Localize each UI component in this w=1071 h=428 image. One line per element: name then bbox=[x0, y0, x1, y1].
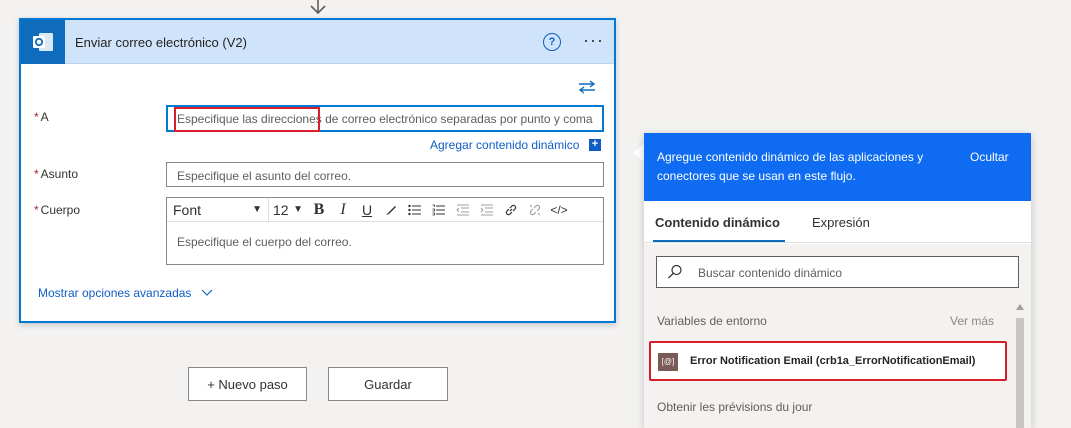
more-options-icon[interactable]: ··· bbox=[583, 31, 604, 49]
bold-button[interactable]: B bbox=[307, 198, 331, 222]
body-label: * Cuerpo bbox=[34, 203, 81, 217]
dynamic-content-search[interactable]: Buscar contenido dinámico bbox=[656, 256, 1019, 288]
subject-label: * Asunto bbox=[34, 167, 79, 181]
font-dropdown[interactable]: Font ▼ bbox=[167, 197, 269, 222]
search-placeholder: Buscar contenido dinámico bbox=[698, 266, 843, 280]
dynamic-content-list: Buscar contenido dinámico Variables de e… bbox=[644, 244, 1031, 428]
dynamic-item-label: Error Notification Email (crb1a_ErrorNot… bbox=[690, 355, 976, 367]
editor-toolbar: Font ▼ 12 ▼ B I U </> bbox=[167, 197, 603, 222]
variable-icon: [@] bbox=[658, 353, 678, 371]
dynamic-item-error-notification-email[interactable]: [@] Error Notification Email (crb1a_Erro… bbox=[649, 341, 1007, 381]
new-step-button[interactable]: + Nuevo paso bbox=[188, 367, 307, 401]
see-more-link[interactable]: Ver más bbox=[950, 314, 994, 328]
scroll-up-icon[interactable] bbox=[1016, 304, 1024, 310]
body-placeholder: Especifique el cuerpo del correo. bbox=[177, 235, 352, 249]
panel-pointer bbox=[633, 144, 644, 162]
switch-mode-icon[interactable] bbox=[578, 80, 596, 94]
flow-arrow-icon bbox=[310, 0, 326, 15]
chevron-down-icon bbox=[201, 289, 213, 296]
highlight-pen-icon[interactable] bbox=[379, 198, 403, 222]
panel-scrollbar[interactable] bbox=[1015, 304, 1025, 428]
body-editor[interactable]: Font ▼ 12 ▼ B I U </> Especifique el cue… bbox=[166, 197, 604, 265]
code-view-button[interactable]: </> bbox=[547, 198, 571, 222]
tab-dynamic-content[interactable]: Contenido dinámico bbox=[655, 215, 780, 230]
show-advanced-options-link[interactable]: Mostrar opciones avanzadas bbox=[38, 286, 213, 300]
unlink-icon[interactable] bbox=[523, 198, 547, 222]
font-size-dropdown[interactable]: 12 ▼ bbox=[269, 198, 307, 222]
bullet-list-icon[interactable] bbox=[403, 198, 427, 222]
add-dynamic-content-link[interactable]: Agregar contenido dinámico bbox=[430, 138, 579, 152]
card-header[interactable]: Enviar correo electrónico (V2) ? ··· bbox=[21, 20, 614, 64]
active-tab-indicator bbox=[653, 240, 785, 242]
save-button[interactable]: Guardar bbox=[328, 367, 448, 401]
help-icon[interactable]: ? bbox=[543, 33, 561, 51]
numbered-list-icon[interactable] bbox=[427, 198, 451, 222]
send-email-action-card: Enviar correo electrónico (V2) ? ··· * A … bbox=[19, 18, 616, 323]
panel-header-text: Agregue contenido dinámico de las aplica… bbox=[657, 150, 924, 183]
to-label: * A bbox=[34, 110, 49, 124]
highlight-box-to bbox=[174, 107, 320, 132]
dynamic-content-panel: Agregue contenido dinámico de las aplica… bbox=[644, 133, 1031, 428]
card-title: Enviar correo electrónico (V2) bbox=[75, 35, 247, 50]
underline-button[interactable]: U bbox=[355, 198, 379, 222]
panel-tabs: Contenido dinámico Expresión bbox=[644, 201, 1031, 243]
chevron-down-icon: ▼ bbox=[252, 204, 262, 215]
link-icon[interactable] bbox=[499, 198, 523, 222]
hide-panel-button[interactable]: Ocultar bbox=[970, 148, 1009, 167]
add-dynamic-plus-icon[interactable]: + bbox=[589, 139, 601, 151]
outlook-icon bbox=[21, 20, 65, 64]
scroll-thumb[interactable] bbox=[1016, 318, 1024, 428]
section-daily-forecast: Obtenir les prévisions du jour bbox=[657, 400, 813, 414]
tab-expression[interactable]: Expresión bbox=[812, 215, 870, 230]
subject-input[interactable]: Especifique el asunto del correo. bbox=[166, 162, 604, 187]
search-icon bbox=[668, 264, 682, 279]
section-environment-variables: Variables de entorno bbox=[657, 314, 767, 328]
decrease-indent-icon[interactable] bbox=[451, 198, 475, 222]
panel-header: Agregue contenido dinámico de las aplica… bbox=[644, 133, 1031, 201]
italic-button[interactable]: I bbox=[331, 198, 355, 222]
increase-indent-icon[interactable] bbox=[475, 198, 499, 222]
chevron-down-icon: ▼ bbox=[293, 204, 303, 215]
